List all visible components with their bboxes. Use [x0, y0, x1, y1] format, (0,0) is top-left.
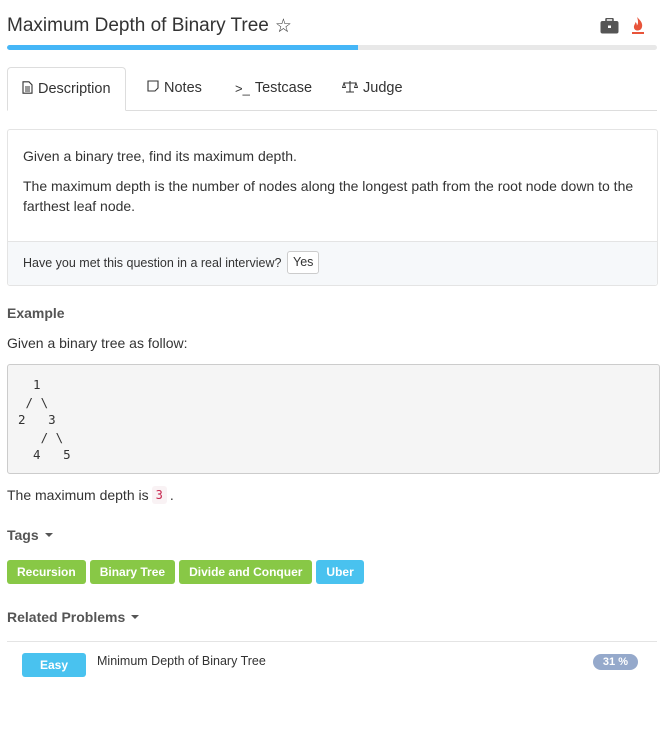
progress-bar [7, 45, 657, 50]
fire-icon[interactable] [631, 16, 645, 40]
example-heading: Example [7, 305, 65, 321]
tag-recursion[interactable]: Recursion [7, 560, 86, 584]
tab-bar: Description Notes >_ Testcase Judge [7, 67, 657, 111]
interview-question: Have you met this question in a real int… [23, 256, 282, 270]
tab-description-label: Description [38, 81, 111, 97]
header-icons [600, 16, 645, 40]
depth-prefix: The maximum depth is [7, 487, 149, 503]
caret-down-icon [44, 533, 53, 537]
page-title: Maximum Depth of Binary Tree [7, 15, 269, 36]
tag-list: Recursion Binary Tree Divide and Conquer… [7, 560, 364, 584]
yes-button[interactable]: Yes [287, 251, 320, 274]
tag-uber[interactable]: Uber [316, 560, 364, 584]
tags-heading[interactable]: Tags [7, 527, 53, 543]
scale-icon [341, 80, 359, 97]
problem-title-row: Maximum Depth of Binary Tree ☆ [7, 15, 292, 37]
example-code-block: 1 / \ 2 3 / \ 4 5 [7, 364, 660, 474]
tag-binary-tree[interactable]: Binary Tree [89, 560, 176, 584]
tab-description[interactable]: Description [7, 67, 126, 111]
tab-testcase[interactable]: >_ Testcase [235, 67, 312, 109]
tab-judge[interactable]: Judge [341, 67, 403, 109]
progress-fill [7, 45, 358, 50]
related-problem-row[interactable]: Easy Minimum Depth of Binary Tree 31 % [7, 642, 657, 682]
depth-suffix: . [169, 487, 174, 503]
briefcase-icon[interactable] [600, 17, 619, 39]
tag-divide-and-conquer[interactable]: Divide and Conquer [179, 560, 313, 584]
tab-notes[interactable]: Notes [147, 67, 202, 109]
acceptance-rate-badge: 31 % [592, 654, 638, 670]
terminal-icon: >_ [235, 80, 250, 96]
tab-judge-label: Judge [363, 80, 403, 96]
star-icon[interactable]: ☆ [275, 17, 292, 36]
example-intro: Given a binary tree as follow: [7, 335, 188, 351]
related-problems-label: Related Problems [7, 609, 126, 625]
note-icon [147, 80, 159, 96]
description-text-2: The maximum depth is the number of nodes… [23, 178, 634, 214]
related-problem-link[interactable]: Minimum Depth of Binary Tree [97, 654, 266, 668]
interview-footer: Have you met this question in a real int… [8, 241, 657, 285]
difficulty-badge: Easy [22, 653, 86, 677]
caret-down-icon [131, 615, 140, 619]
page-header: Maximum Depth of Binary Tree ☆ [7, 12, 653, 42]
example-code: 1 / \ 2 3 / \ 4 5 [18, 377, 71, 463]
description-panel: Given a binary tree, find its maximum de… [7, 129, 658, 286]
depth-sentence: The maximum depth is 3 . [7, 486, 174, 504]
related-problems-heading[interactable]: Related Problems [7, 609, 140, 625]
depth-value: 3 [151, 486, 167, 504]
tags-heading-label: Tags [7, 527, 39, 543]
tab-testcase-label: Testcase [254, 80, 313, 96]
description-text-1: Given a binary tree, find its maximum de… [23, 148, 297, 164]
document-icon [22, 80, 33, 98]
tab-notes-label: Notes [164, 80, 202, 96]
